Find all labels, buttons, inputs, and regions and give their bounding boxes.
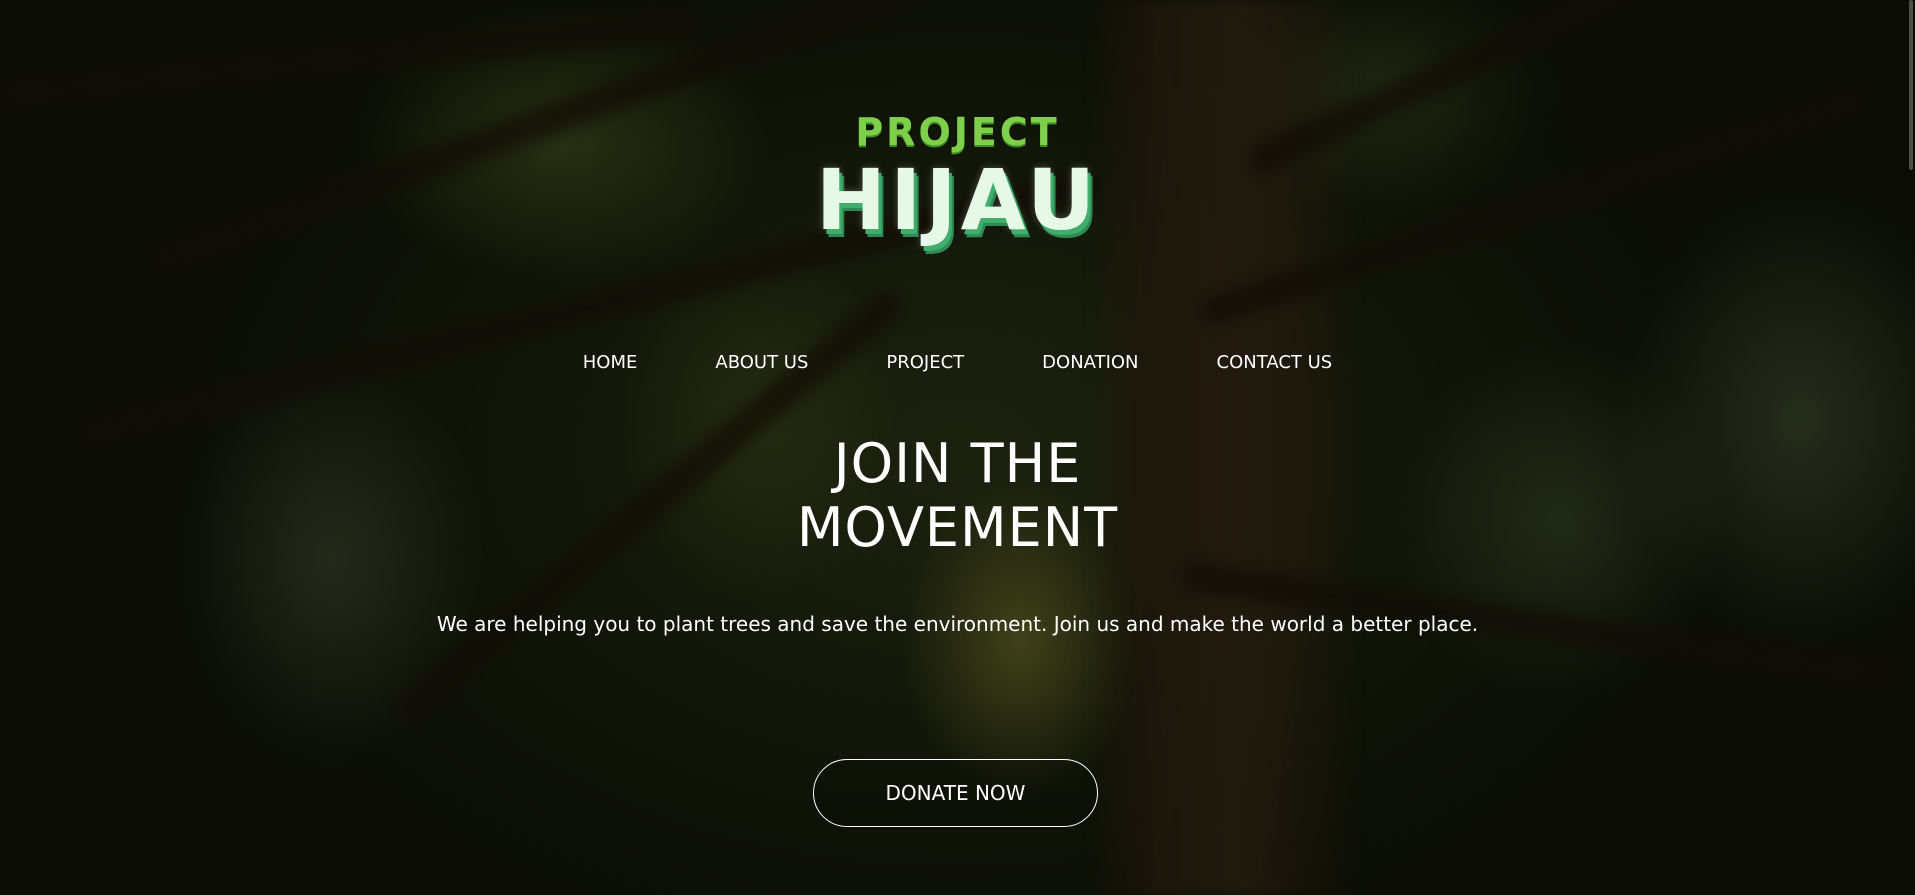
nav-project-link[interactable]: PROJECT	[886, 352, 964, 373]
page-scrollbar[interactable]	[1909, 0, 1913, 170]
donate-now-button[interactable]: DONATE NOW	[813, 759, 1098, 827]
hero-subtext: We are helping you to plant trees and sa…	[436, 612, 1479, 636]
hero-headline-line1: JOIN THE	[833, 432, 1082, 495]
logo-hijau-text: HIJAU	[815, 151, 1100, 249]
landing-page: PROJECT HIJAU HOME ABOUT US PROJECT DONA…	[0, 0, 1915, 895]
nav-home-link[interactable]: HOME	[583, 352, 638, 373]
main-navigation: HOME ABOUT US PROJECT DONATION CONTACT U…	[0, 352, 1915, 373]
nav-donation-link[interactable]: DONATION	[1042, 352, 1138, 373]
nav-contact-us-link[interactable]: CONTACT US	[1217, 352, 1333, 373]
project-hijau-logo[interactable]: PROJECT HIJAU	[0, 110, 1915, 248]
hero-headline-line2: MOVEMENT	[796, 496, 1119, 559]
nav-about-us-link[interactable]: ABOUT US	[715, 352, 808, 373]
logo-project-text: PROJECT	[855, 110, 1060, 154]
hero-headline: JOIN THE MOVEMENT	[0, 432, 1915, 560]
